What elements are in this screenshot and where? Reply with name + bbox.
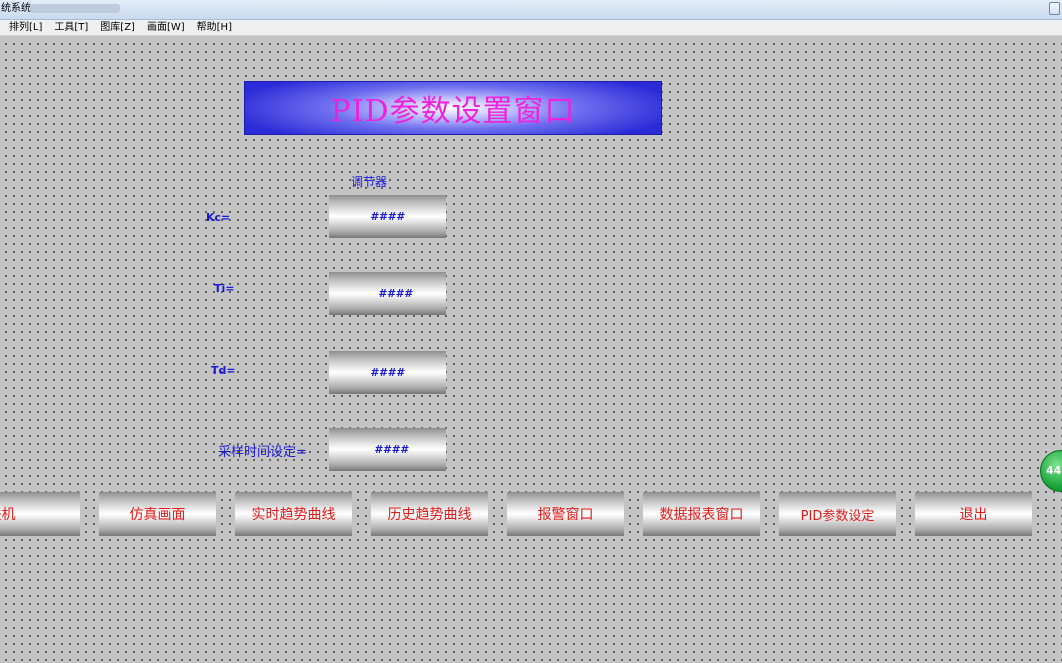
controller-heading: 调节器 [351, 175, 388, 189]
data-report-window-button[interactable]: 数据报表窗口 [643, 492, 760, 536]
window-title-redacted [30, 4, 120, 13]
menu-tools[interactable]: 工具[T] [54, 21, 88, 35]
application-window: 统系统 排列[L] 工具[T] 图库[Z] 画面[W] 帮助[H] PID参数设… [0, 0, 1062, 663]
online-button[interactable]: 联机 [0, 492, 80, 536]
alarm-window-button-label: 报警窗口 [537, 507, 594, 523]
realtime-trend-button-label: 实时趋势曲线 [251, 507, 336, 523]
history-trend-button-label: 历史趋势曲线 [387, 507, 472, 523]
history-trend-button[interactable]: 历史趋势曲线 [371, 492, 488, 536]
sample-time-label: 采样时间设定= [218, 445, 307, 460]
td-label: Td= [211, 364, 236, 377]
online-button-label: 联机 [0, 507, 16, 523]
menu-help[interactable]: 帮助[H] [197, 21, 232, 35]
ti-label: Ti= [214, 282, 235, 295]
page-title: PID参数设置窗口 [330, 94, 576, 129]
pid-settings-button-label: PID参数设定 [800, 508, 875, 524]
page-title-banner: PID参数设置窗口 [244, 81, 662, 135]
menu-screen[interactable]: 画面[W] [147, 21, 185, 35]
status-badge-value: 44 [1046, 464, 1062, 477]
simulation-screen-button[interactable]: 仿真画面 [99, 492, 216, 536]
menu-bar: 排列[L] 工具[T] 图库[Z] 画面[W] 帮助[H] [0, 20, 1062, 36]
title-bar: 统系统 [0, 0, 1062, 20]
menu-arrange[interactable]: 排列[L] [9, 21, 42, 35]
td-value-field[interactable]: #### [329, 351, 446, 394]
ti-value-field[interactable]: #### [329, 272, 446, 315]
maximize-button[interactable] [1049, 2, 1060, 15]
sample-time-value-field[interactable]: #### [329, 428, 446, 471]
window-title: 统系统 [1, 3, 31, 14]
menu-gallery[interactable]: 图库[Z] [100, 21, 135, 35]
exit-button-label: 退出 [959, 507, 988, 523]
alarm-window-button[interactable]: 报警窗口 [507, 492, 624, 536]
simulation-screen-button-label: 仿真画面 [129, 507, 186, 523]
realtime-trend-button[interactable]: 实时趋势曲线 [235, 492, 352, 536]
kc-label: Kc= [206, 211, 231, 224]
exit-button[interactable]: 退出 [915, 492, 1032, 536]
kc-value-field[interactable]: #### [329, 195, 446, 238]
pid-settings-button[interactable]: PID参数设定 [779, 492, 896, 536]
data-report-window-button-label: 数据报表窗口 [659, 507, 744, 523]
